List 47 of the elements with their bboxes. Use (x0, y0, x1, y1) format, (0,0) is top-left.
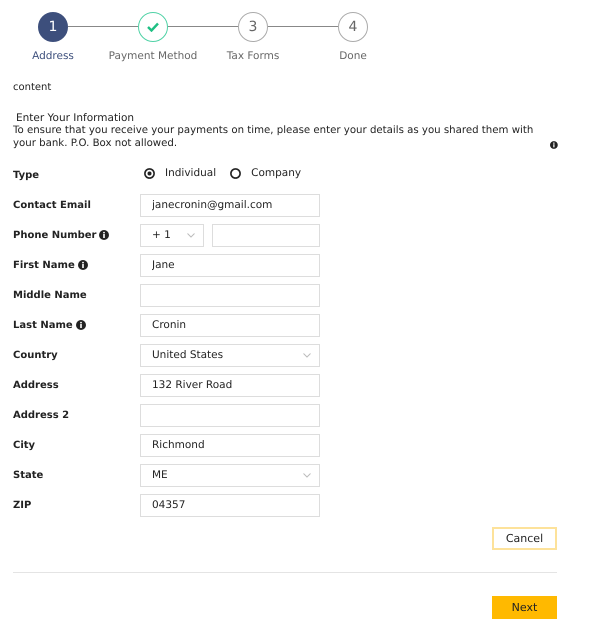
description-text: To ensure that you receive your payments on time, please enter your details as you shared them with your bank. P.O. Box not allowed. (13, 124, 534, 150)
field-label: Contact Email (13, 200, 91, 210)
step-label: Done (339, 50, 367, 62)
field-label: Phone Number (13, 230, 96, 240)
input-field[interactable] (140, 284, 320, 306)
info-icon (78, 260, 88, 270)
input-field[interactable] (140, 404, 320, 426)
field-label: ZIP (13, 500, 32, 510)
chevron-down-icon (187, 232, 195, 238)
check-icon (147, 22, 159, 32)
input-field[interactable]: Cronin (140, 314, 320, 336)
field-label: Country (13, 350, 58, 360)
step-indicator: 3 (238, 12, 268, 42)
field-label: Type (13, 170, 40, 180)
field-label: Middle Name (13, 290, 87, 300)
section-heading: Enter Your Information (15, 112, 136, 124)
input-field[interactable]: 04357 (140, 494, 320, 516)
radio-button[interactable] (144, 168, 155, 178)
step-indicator: 1 (38, 12, 68, 42)
country-code-select[interactable]: + 1 (140, 224, 204, 246)
content-label: content (13, 82, 52, 93)
step-label: Address (32, 50, 74, 62)
step-indicator: 4 (338, 12, 368, 42)
field-label: State (13, 470, 44, 480)
select-field[interactable]: ME (140, 464, 320, 486)
select-field[interactable]: United States (140, 344, 320, 366)
info-icon (99, 230, 110, 240)
cancel-button[interactable]: Cancel (492, 527, 557, 550)
radio-option[interactable]: Company (230, 167, 302, 179)
field-label: Address 2 (13, 410, 70, 420)
input-field[interactable]: Richmond (140, 434, 320, 456)
field-label: First Name (13, 260, 75, 270)
next-button[interactable]: Next (492, 596, 557, 619)
chevron-down-icon (303, 352, 311, 358)
field-label: Last Name (13, 320, 73, 330)
input-field[interactable]: janecronin@gmail.com (140, 194, 320, 216)
info-icon (550, 140, 558, 150)
info-icon (76, 320, 86, 330)
phone-input[interactable] (212, 224, 320, 246)
chevron-down-icon (303, 472, 311, 478)
input-field[interactable]: 132 River Road (140, 374, 320, 396)
field-label: City (13, 440, 36, 450)
step-label: Payment Method (108, 50, 198, 62)
radio-option[interactable]: Individual (144, 167, 216, 179)
field-label: Address (13, 380, 59, 390)
step-label: Tax Forms (226, 50, 280, 62)
radio-button[interactable] (230, 168, 242, 178)
